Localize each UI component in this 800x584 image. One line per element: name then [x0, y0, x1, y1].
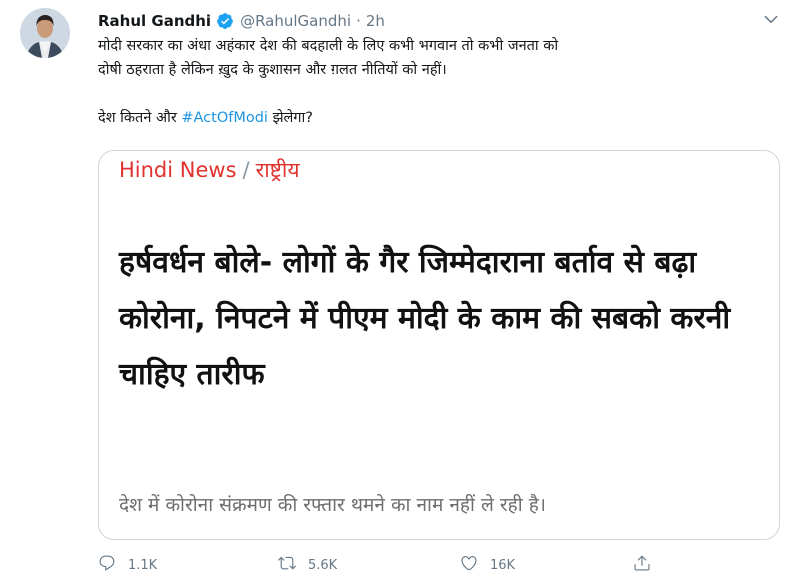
tweet-text-line: दोषी ठहराता है लेकिन ख़ुद के कुशासन और ग…: [98, 62, 447, 78]
like-icon: [460, 554, 478, 576]
reply-icon: [98, 554, 116, 576]
card-headline: हर्षवर्धन बोले- लोगों के गैर जिम्मेदारान…: [119, 245, 731, 392]
verified-badge-icon: [216, 12, 234, 30]
share-button[interactable]: [633, 554, 651, 576]
card-source-section: राष्ट्रीय: [255, 158, 300, 182]
tweet: Rahul Gandhi @RahulGandhi · 2h मोदी सरका…: [0, 0, 800, 584]
link-preview-card[interactable]: Hindi News / राष्ट्रीय हर्षवर्धन बोले- लोग…: [98, 150, 780, 540]
retweet-count: 5.6K: [308, 557, 338, 573]
user-name[interactable]: Rahul Gandhi: [98, 12, 211, 30]
tweet-text-line: मोदी सरकार का अंधा अहंकार देश की बदहाली …: [98, 38, 559, 54]
like-button[interactable]: 16K: [460, 554, 515, 576]
tweet-header: Rahul Gandhi @RahulGandhi · 2h: [98, 8, 770, 34]
tweet-text-fragment: देश कितने और: [98, 110, 182, 126]
card-source-separator: /: [242, 158, 250, 182]
card-source: Hindi News / राष्ट्रीय: [119, 155, 300, 185]
retweet-button[interactable]: 5.6K: [278, 554, 337, 576]
tweet-actions: 1.1K 5.6K 16K: [98, 552, 658, 578]
tweet-text-fragment: झेलेगा?: [267, 110, 313, 126]
reply-count: 1.1K: [128, 557, 158, 573]
like-count: 16K: [490, 557, 516, 573]
reply-button[interactable]: 1.1K: [98, 554, 157, 576]
card-source-name: Hindi News: [119, 158, 237, 182]
header-separator: ·: [356, 12, 361, 30]
avatar[interactable]: [20, 8, 70, 58]
user-handle[interactable]: @RahulGandhi: [240, 12, 351, 30]
tweet-timestamp[interactable]: 2h: [366, 12, 385, 30]
share-icon: [633, 554, 651, 576]
tweet-text-line: देश कितने और #ActOfModi झेलेगा?: [98, 106, 778, 130]
chevron-down-icon[interactable]: [762, 10, 780, 28]
hashtag-link[interactable]: #ActOfModi: [181, 110, 268, 126]
tweet-text: मोदी सरकार का अंधा अहंकार देश की बदहाली …: [98, 34, 778, 130]
retweet-icon: [278, 554, 296, 576]
card-summary: देश में कोरोना संक्रमण की रफ्तार थमने का…: [119, 494, 546, 516]
